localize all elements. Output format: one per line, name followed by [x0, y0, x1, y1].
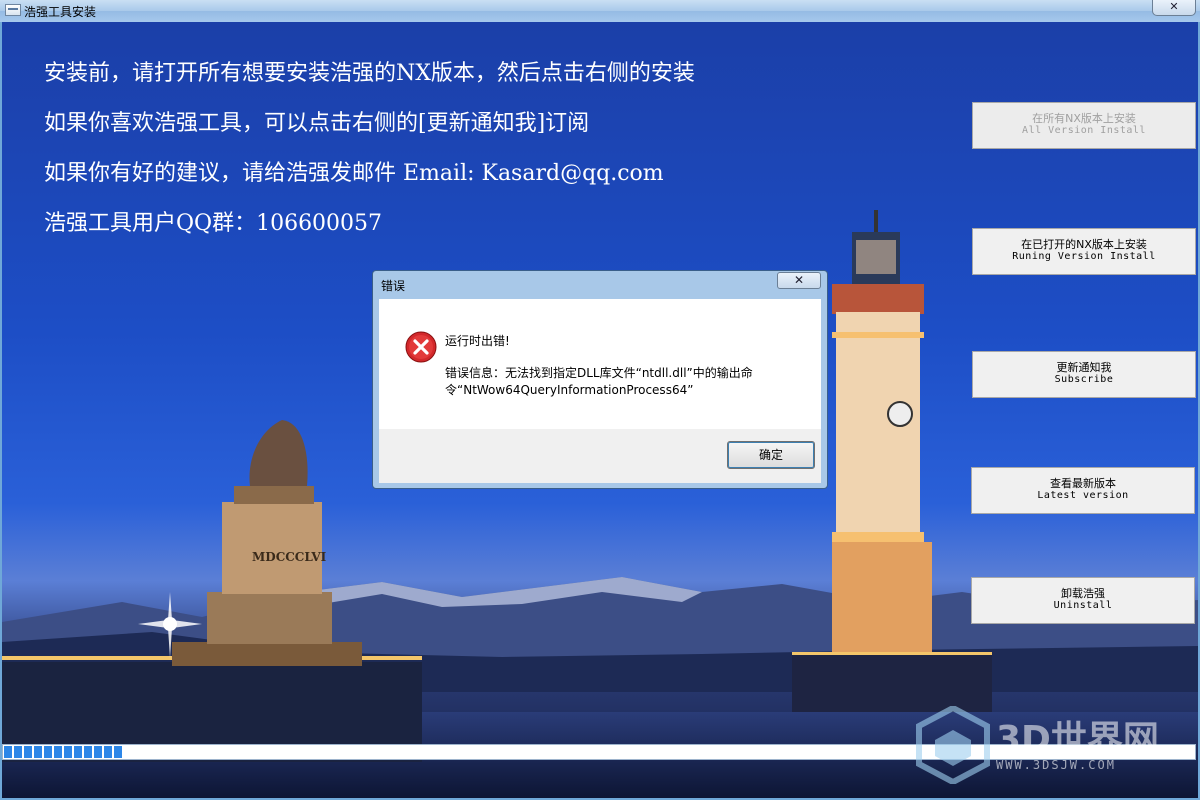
running-version-install-button[interactable]: 在已打开的NX版本上安装 Runing Version Install: [972, 228, 1196, 275]
title-bar[interactable]: 浩强工具安装 ✕: [0, 0, 1200, 22]
latest-version-label-zh: 查看最新版本: [1050, 477, 1116, 490]
subscribe-label-zh: 更新通知我: [1056, 361, 1112, 374]
watermark-cube-icon: [916, 706, 990, 784]
watermark-title: 3D世界网: [996, 719, 1159, 760]
info-line-4: 浩强工具用户QQ群：106600057: [44, 211, 383, 236]
dialog-close-button[interactable]: ✕: [777, 272, 821, 289]
running-version-install-label-zh: 在已打开的NX版本上安装: [1021, 238, 1147, 251]
progress-fill: [4, 746, 123, 758]
info-line-3: 如果你有好的建议，请给浩强发邮件 Email: Kasard@qq.com: [44, 161, 664, 186]
error-message: 错误信息：无法找到指定DLL库文件“ntdll.dll”中的输出命令“NtWow…: [445, 366, 753, 397]
uninstall-label-zh: 卸载浩强: [1061, 587, 1105, 600]
latest-version-button[interactable]: 查看最新版本 Latest version: [971, 467, 1195, 514]
dialog-footer: 确定: [379, 429, 821, 483]
dialog-title: 错误: [381, 279, 406, 293]
installer-window: 浩强工具安装 ✕ MDCCCLVI 安装前，请打开所有想要安装浩强的NX版本，然…: [0, 0, 1200, 800]
all-version-install-button[interactable]: 在所有NX版本上安装 All Version Install: [972, 102, 1196, 149]
all-version-install-label-en: All Version Install: [1022, 125, 1146, 136]
running-version-install-label-en: Runing Version Install: [1012, 251, 1156, 262]
error-icon: [405, 331, 437, 363]
watermark: 3D世界网 WWW.3DSJW.COM: [916, 706, 1176, 786]
ok-button[interactable]: 确定: [727, 441, 815, 469]
error-heading: 运行时出错!: [445, 334, 510, 348]
info-line-1: 安装前，请打开所有想要安装浩强的NX版本，然后点击右侧的安装: [44, 61, 695, 86]
window-title: 浩强工具安装: [24, 5, 97, 19]
uninstall-label-en: Uninstall: [1053, 600, 1113, 611]
info-line-2: 如果你喜欢浩强工具，可以点击右侧的[更新通知我]订阅: [44, 111, 590, 136]
watermark-url: WWW.3DSJW.COM: [996, 758, 1116, 772]
latest-version-label-en: Latest version: [1037, 490, 1129, 501]
error-dialog: 错误 ✕ 运行时出错! 错误信息：无法找到指定DLL库文件“ntdll.dll”…: [372, 270, 828, 489]
dialog-body: 运行时出错! 错误信息：无法找到指定DLL库文件“ntdll.dll”中的输出命…: [379, 299, 821, 429]
window-close-button[interactable]: ✕: [1152, 0, 1196, 16]
monument-inscription: MDCCCLVI: [252, 550, 327, 564]
subscribe-label-en: Subscribe: [1054, 374, 1114, 385]
uninstall-button[interactable]: 卸载浩强 Uninstall: [971, 577, 1195, 624]
all-version-install-label-zh: 在所有NX版本上安装: [1032, 112, 1136, 125]
app-icon: [5, 4, 21, 16]
subscribe-button[interactable]: 更新通知我 Subscribe: [972, 351, 1196, 398]
lion-monument: [2, 420, 422, 762]
